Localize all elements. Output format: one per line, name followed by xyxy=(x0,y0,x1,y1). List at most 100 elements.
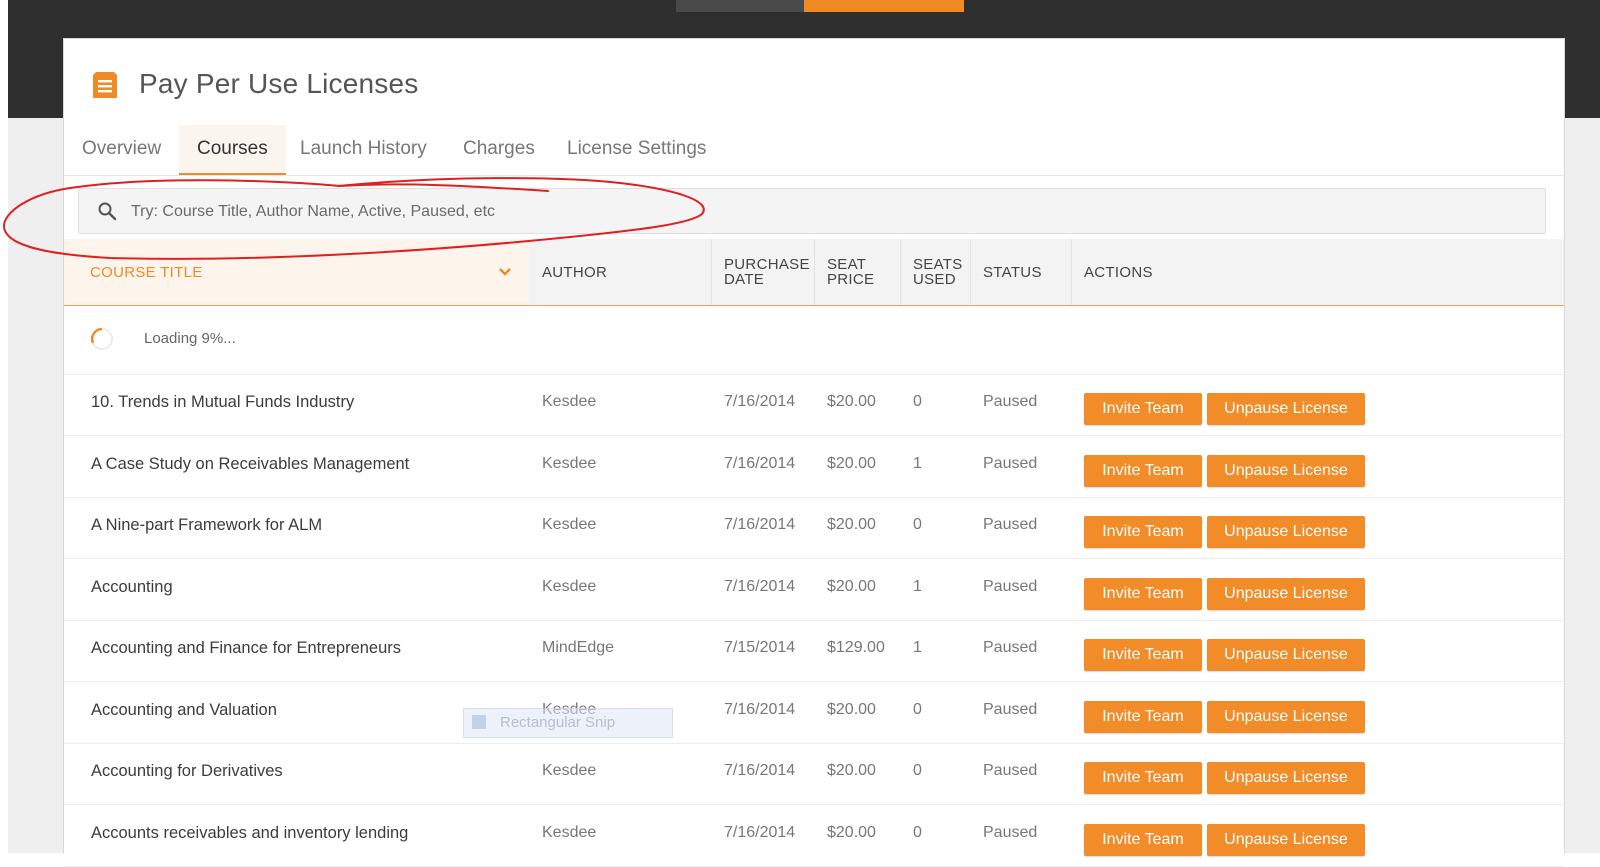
cell-seats-used: 0 xyxy=(913,762,922,779)
cell-purchase-date: 7/16/2014 xyxy=(724,823,796,841)
cell-status: Paused xyxy=(983,823,1038,841)
cell-purchase-date: 7/16/2014 xyxy=(724,516,796,533)
table-row: A Nine-part Framework for ALM Kesdee 7/16/… xyxy=(64,498,1564,559)
cell-seats-used: 0 xyxy=(913,516,922,533)
cell-status: Paused xyxy=(983,639,1038,656)
cell-course-title: Accounting for Derivatives xyxy=(91,762,283,780)
column-header-label: PRICE xyxy=(827,271,875,288)
column-divider xyxy=(814,239,815,305)
cell-seats-used: 1 xyxy=(913,639,922,656)
cell-author: Kesdee xyxy=(542,577,597,595)
page-title: Pay Per Use Licenses xyxy=(139,68,419,99)
column-header-label: DATE xyxy=(724,271,765,288)
invite-team-button[interactable]: Invite Team xyxy=(1084,700,1202,733)
chevron-down-icon xyxy=(499,268,511,276)
table-row: A Case Study on Receivables Management Ke… xyxy=(64,437,1564,498)
cell-seats-used: 1 xyxy=(913,454,922,472)
column-header-status[interactable]: STATUS xyxy=(983,239,1042,305)
search-icon xyxy=(98,202,117,221)
cell-author: Kesdee xyxy=(542,516,597,533)
cell-author: Kesdee xyxy=(542,454,597,472)
column-header-purchase-date[interactable]: PURCHASE DATE xyxy=(724,239,810,305)
cell-seats-used: 0 xyxy=(913,823,922,841)
cell-purchase-date: 7/16/2014 xyxy=(724,454,796,472)
cell-seat-price: $20.00 xyxy=(827,823,876,841)
table-header: COURSE TITLE AUTHOR PURCHASE DATE SEAT P… xyxy=(64,239,1564,306)
cell-status: Paused xyxy=(983,700,1038,718)
column-header-label: PURCHASE xyxy=(724,256,810,273)
cell-status: Paused xyxy=(983,762,1038,779)
cell-seats-used: 0 xyxy=(913,393,922,410)
loading-text: Loading 9%... xyxy=(144,330,236,347)
cell-seat-price: $20.00 xyxy=(827,516,876,533)
tab-license-settings[interactable]: License Settings xyxy=(549,125,724,173)
invite-team-button[interactable]: Invite Team xyxy=(1084,577,1202,610)
cell-author: Kesdee xyxy=(542,823,597,841)
tab-courses[interactable]: Courses xyxy=(179,125,286,175)
cell-seat-price: $20.00 xyxy=(827,762,876,779)
invite-team-button[interactable]: Invite Team xyxy=(1084,516,1202,548)
cell-purchase-date: 7/16/2014 xyxy=(724,577,796,595)
cell-course-title: A Case Study on Receivables Management xyxy=(91,454,410,473)
cell-status: Paused xyxy=(983,393,1038,410)
unpause-license-button[interactable]: Unpause License xyxy=(1207,516,1365,548)
column-header-author[interactable]: AUTHOR xyxy=(542,239,607,305)
cell-purchase-date: 7/16/2014 xyxy=(724,700,796,718)
search-box xyxy=(78,188,1546,234)
column-divider xyxy=(900,239,901,305)
column-divider xyxy=(1071,239,1072,305)
cell-course-title: 10. Trends in Mutual Funds Industry xyxy=(91,393,355,411)
top-bar-segment[interactable] xyxy=(676,0,804,12)
snip-label: Rectangular Snip xyxy=(500,714,616,731)
cell-seats-used: 1 xyxy=(913,577,922,595)
invite-team-button[interactable]: Invite Team xyxy=(1084,639,1202,671)
column-header-actions: ACTIONS xyxy=(1084,263,1153,281)
unpause-license-button[interactable]: Unpause License xyxy=(1207,639,1365,671)
invite-team-button[interactable]: Invite Team xyxy=(1084,823,1202,856)
cell-author: MindEdge xyxy=(542,639,615,656)
tab-overview[interactable]: Overview xyxy=(64,125,179,173)
cell-seats-used: 0 xyxy=(913,700,922,718)
left-edge xyxy=(0,0,8,853)
column-divider xyxy=(970,239,971,305)
tab-bar: Overview Courses Launch History Charges … xyxy=(64,125,1564,176)
column-header-seats-used[interactable]: SEATS USED xyxy=(913,239,963,305)
column-header-label: SEAT xyxy=(827,256,867,273)
unpause-license-button[interactable]: Unpause License xyxy=(1207,393,1365,425)
invite-team-button[interactable]: Invite Team xyxy=(1084,393,1202,425)
cell-course-title: Accounting xyxy=(91,577,173,596)
invite-team-button[interactable]: Invite Team xyxy=(1084,454,1202,487)
table-row: Accounting and ValuationKesdee7/16/2014$… xyxy=(64,683,1564,744)
unpause-license-button[interactable]: Unpause License xyxy=(1207,454,1365,487)
cell-seat-price: $20.00 xyxy=(827,454,876,472)
licenses-panel: Pay Per Use Licenses Overview Courses La… xyxy=(63,38,1565,867)
cell-course-title: A Nine-part Framework for ALM xyxy=(91,516,323,534)
table-row: Accounts receivables and inventory lendi… xyxy=(64,806,1564,867)
cell-author: Kesdee xyxy=(542,393,597,410)
column-header-seat-price[interactable]: SEAT PRICE xyxy=(827,239,874,305)
cell-status: Paused xyxy=(983,454,1038,472)
tab-charges[interactable]: Charges xyxy=(445,125,553,173)
table-row: Accounting and Finance for Entrepreneurs… xyxy=(64,621,1564,682)
cell-seat-price: $129.00 xyxy=(827,639,885,656)
search-input[interactable] xyxy=(129,195,1513,229)
column-header-label: COURSE TITLE xyxy=(90,263,203,281)
unpause-license-button[interactable]: Unpause License xyxy=(1207,762,1365,794)
invite-team-button[interactable]: Invite Team xyxy=(1084,762,1202,794)
unpause-license-button[interactable]: Unpause License xyxy=(1207,700,1365,733)
tab-launch-history[interactable]: Launch History xyxy=(282,125,445,173)
unpause-license-button[interactable]: Unpause License xyxy=(1207,823,1365,856)
cell-status: Paused xyxy=(983,577,1038,595)
column-header-label: USED xyxy=(913,271,956,288)
loading-spinner-icon xyxy=(90,327,113,350)
cell-seat-price: $20.00 xyxy=(827,577,876,595)
unpause-license-button[interactable]: Unpause License xyxy=(1207,577,1365,610)
loading-row: Loading 9%... xyxy=(64,306,1564,375)
column-header-course-title[interactable]: COURSE TITLE xyxy=(64,239,529,305)
column-header-label: SEATS xyxy=(913,256,963,273)
cell-seat-price: $20.00 xyxy=(827,700,876,718)
cell-seat-price: $20.00 xyxy=(827,393,876,410)
top-bar-segment-active[interactable] xyxy=(804,0,964,12)
scissors-icon xyxy=(472,715,486,729)
table-row: Accounting Kesdee 7/16/2014 $20.00 1 Paused In… xyxy=(64,560,1564,621)
